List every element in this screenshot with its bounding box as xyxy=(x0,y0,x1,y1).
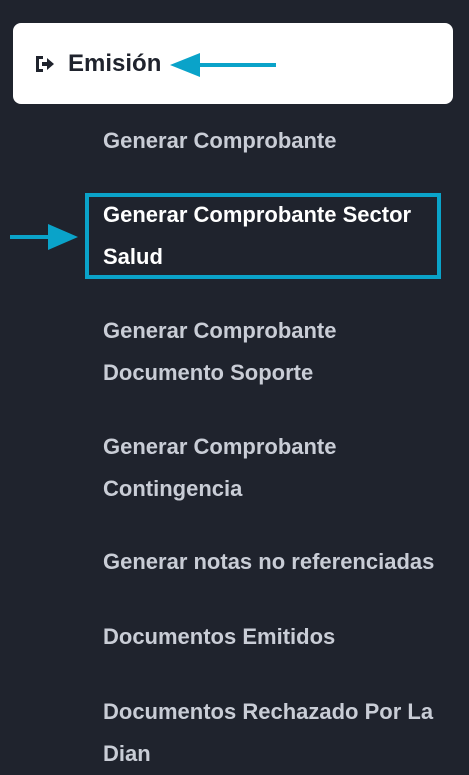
menu-item-documentos-rechazado-por-la-dian[interactable]: Documentos Rechazado Por La Dian xyxy=(103,691,453,775)
menu-item-documentos-emitidos[interactable]: Documentos Emitidos xyxy=(103,616,453,658)
annotation-arrow-right-icon xyxy=(10,224,78,250)
menu-item-generar-comprobante[interactable]: Generar Comprobante xyxy=(103,120,453,162)
menu-item-generar-comprobante-documento-soporte[interactable]: Generar Comprobante Documento Soporte xyxy=(103,310,453,394)
annotation-highlight-box xyxy=(85,193,441,279)
menu-item-generar-notas-no-referenciadas[interactable]: Generar notas no referenciadas xyxy=(103,541,453,583)
emision-submenu: Generar Comprobante Generar Comprobante … xyxy=(0,0,469,766)
menu-item-generar-comprobante-contingencia[interactable]: Generar Comprobante Contingencia xyxy=(103,426,453,510)
